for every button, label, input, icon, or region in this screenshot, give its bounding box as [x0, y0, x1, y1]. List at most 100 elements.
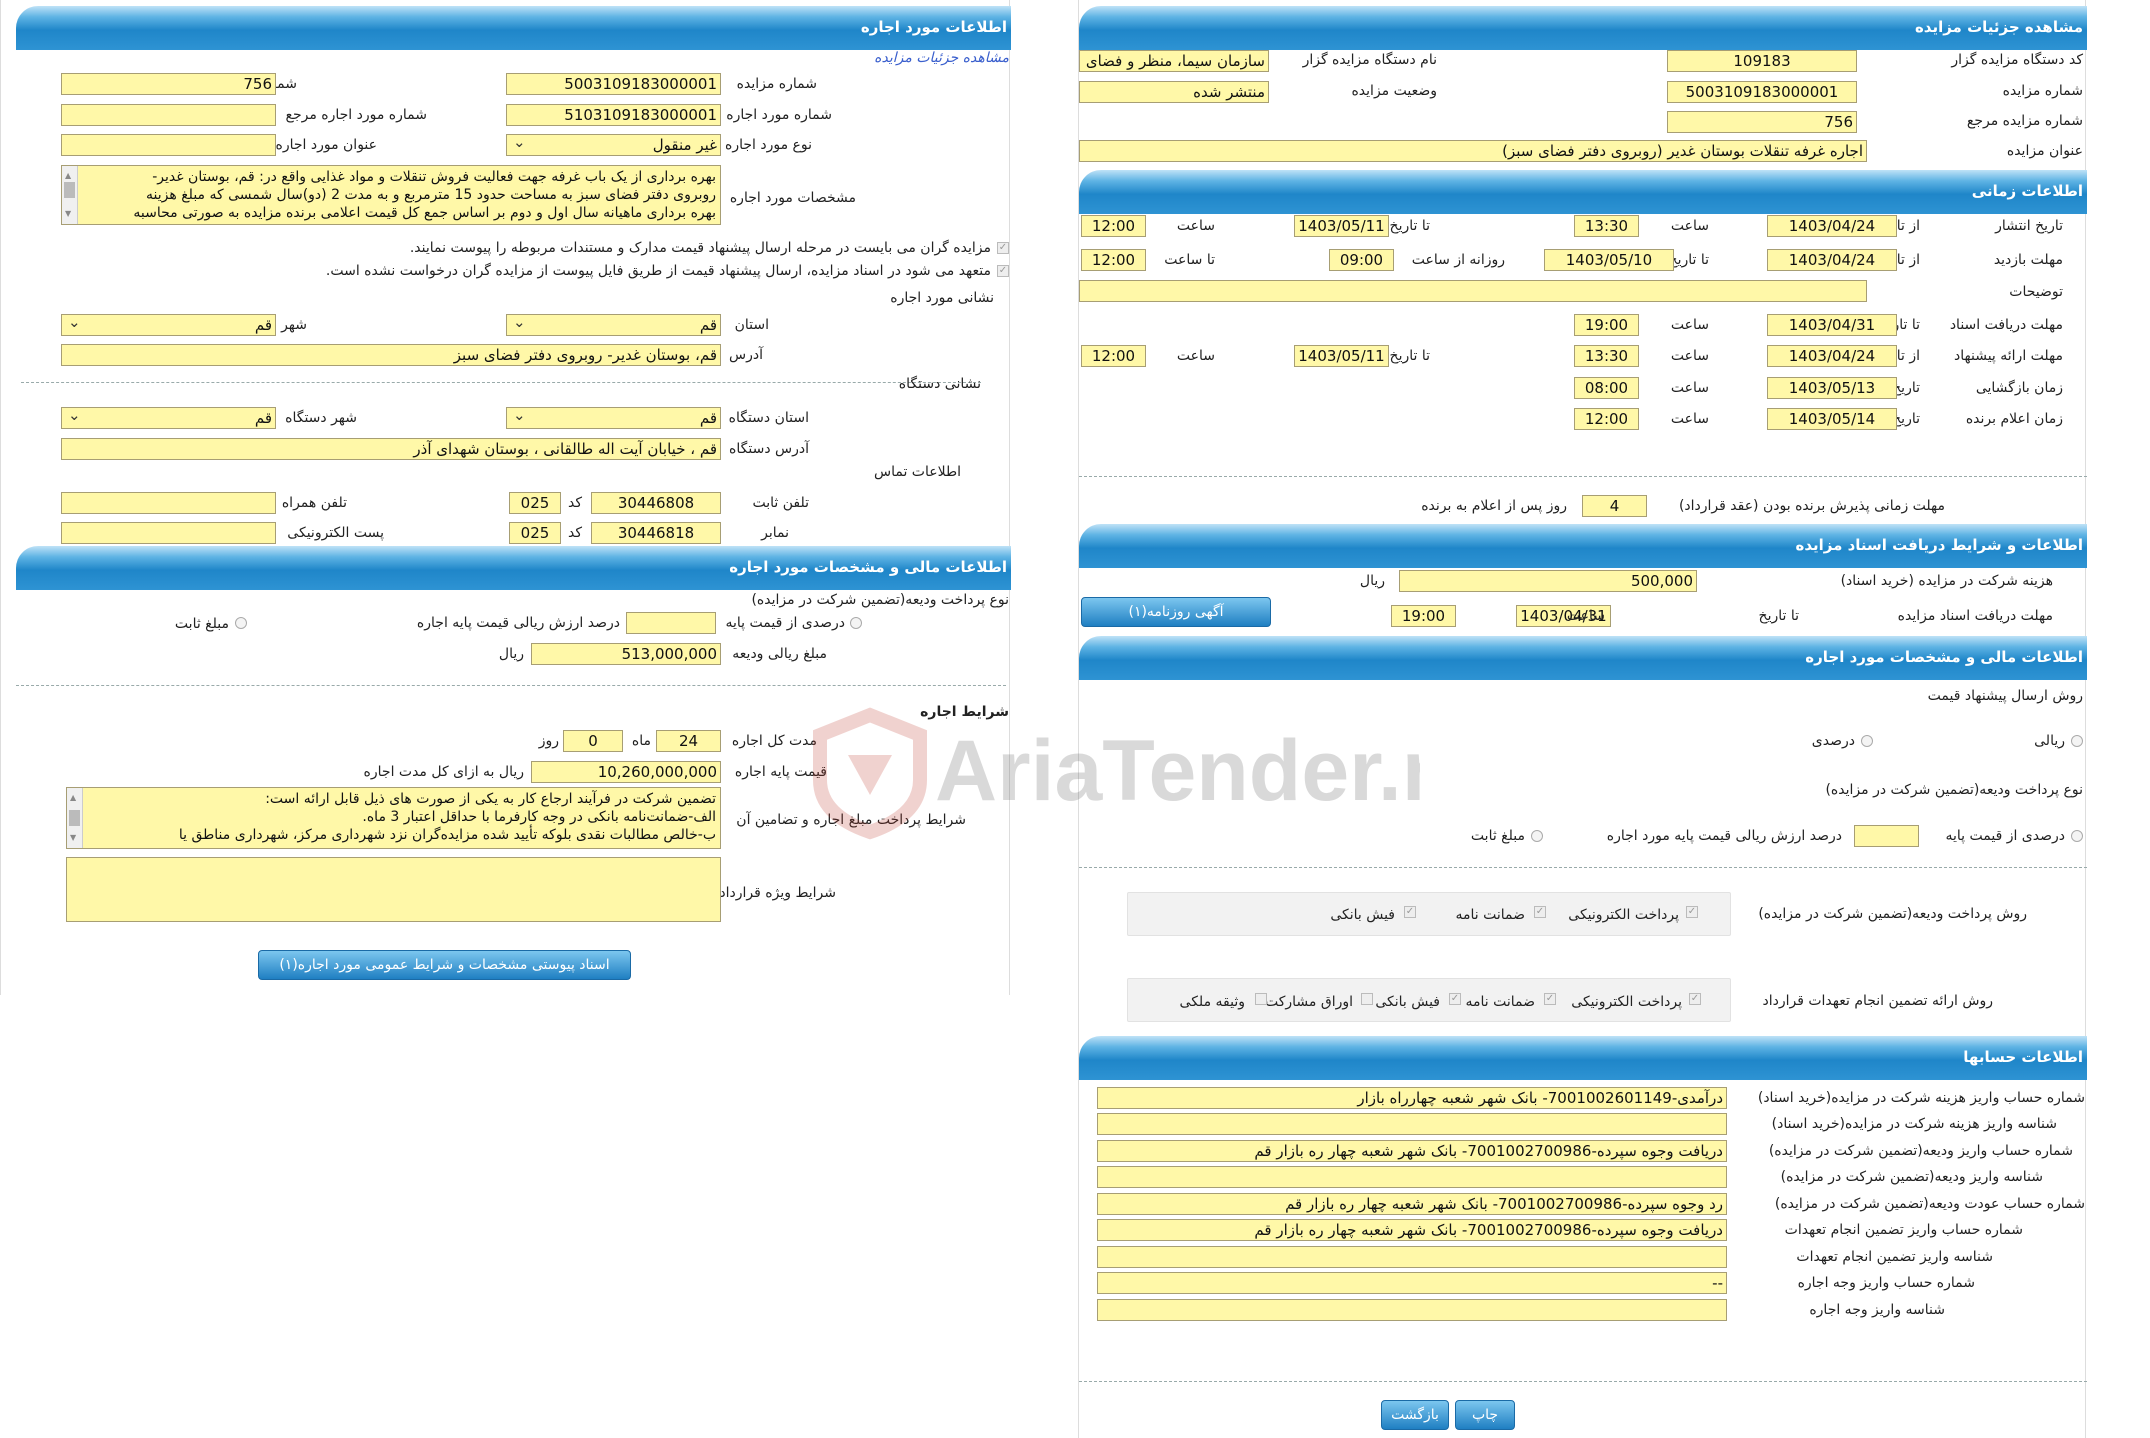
fixed-amount-radio[interactable] — [235, 617, 247, 629]
item-no-label: شماره مورد اجاره — [726, 107, 832, 123]
ref-no-field: 756 — [61, 73, 276, 95]
rial-radio[interactable] — [2071, 735, 2083, 747]
auction-no-label: شماره مزایده — [2002, 83, 2083, 99]
ref-no-label: شماره مزایده مرجع — [1966, 113, 2083, 129]
hour-label: ساعت — [1670, 411, 1709, 427]
percent-base-suffix: درصد ارزش ریالی قیمت پایه مورد اجاره — [1606, 828, 1842, 844]
acc3-label: شماره حساب واریز ودیعه(تضمین شرکت در مزا… — [1768, 1143, 2073, 1159]
percent-option-label: درصدی — [1811, 733, 1855, 749]
rial-option-label: ریالی — [2034, 733, 2065, 749]
province-select[interactable]: قم — [506, 314, 721, 336]
hour-label: ساعت — [1670, 218, 1709, 234]
province-label: استان — [734, 317, 769, 333]
acc6-label: شماره حساب واریز تضمین انجام تعهدات — [1784, 1222, 2023, 1238]
email-label: پست الکترونیکی — [287, 525, 384, 541]
guarantee-label: ضمانت نامه — [1455, 907, 1525, 923]
section-header-item: اطلاعات مورد اجاره — [16, 6, 1011, 50]
ref-item-label: شماره مورد اجاره مرجع — [285, 107, 428, 123]
ref-item-field — [61, 104, 276, 126]
spec-line: روبروی دفتر فضای سبز به مساحت حدود 15 مت… — [146, 187, 716, 203]
property-checkbox[interactable] — [1255, 993, 1267, 1005]
bank-slip-checkbox-2[interactable]: ✓ — [1449, 993, 1461, 1005]
rial-label: ریال — [498, 646, 524, 662]
months-field: 24 — [656, 730, 721, 752]
back-button[interactable]: بازگشت — [1381, 1400, 1449, 1430]
scrollbar[interactable] — [67, 788, 83, 848]
accept-after-label: روز پس از اعلام به برنده — [1421, 498, 1567, 514]
divider — [1079, 1381, 2087, 1382]
winner-date-field: 1403/05/14 — [1767, 408, 1897, 430]
percent-field — [626, 612, 716, 634]
pay-deposit-label: روش پرداخت ودیعه(تضمین شرکت در مزایده) — [1758, 906, 2027, 922]
accept-label: مهلت زمانی پذیرش برنده بودن (عقد قرارداد… — [1678, 498, 1945, 514]
percent-radio[interactable] — [1861, 735, 1873, 747]
epay-checkbox[interactable]: ✓ — [1686, 906, 1698, 918]
newspaper-ad-button[interactable]: آگهی روزنامه(۱) — [1081, 597, 1271, 627]
docs-time-field: 19:00 — [1574, 314, 1639, 336]
org-address-field: قم ، خیابان آیت اله طالقانی ، بوستان شهد… — [61, 438, 721, 460]
visit-time-to-field: 12:00 — [1081, 249, 1146, 271]
org-province-select[interactable]: قم — [506, 407, 721, 429]
address-field: قم، بوستان غدیر- روبروی دفتر فضای سبز — [61, 344, 721, 366]
note2-checkbox[interactable]: ✓ — [997, 265, 1009, 277]
epay-checkbox-2[interactable]: ✓ — [1689, 993, 1701, 1005]
payment-conditions-textarea[interactable]: تضمین شرکت در فرآیند ارجاع کار به یکی از… — [66, 787, 721, 849]
scrollbar[interactable] — [62, 166, 78, 224]
note1-text: مزایده گران می بایست در مرحله ارسال پیشن… — [409, 240, 991, 256]
code-label: کد — [567, 495, 582, 511]
property-label: وثیقه ملکی — [1179, 994, 1245, 1010]
attached-documents-button[interactable]: اسناد پیوستی مشخصات و شرایط عمومی مورد ا… — [258, 950, 631, 980]
visit-from-field: 1403/04/24 — [1767, 249, 1897, 271]
percent-base-radio[interactable] — [850, 617, 862, 629]
bank-slip-label: فیش بانکی — [1330, 907, 1395, 923]
percent-base-radio[interactable] — [2071, 830, 2083, 842]
note1-checkbox[interactable]: ✓ — [997, 242, 1009, 254]
offer-from-field: 1403/04/24 — [1767, 345, 1897, 367]
publish-to-time-field: 12:00 — [1081, 215, 1146, 237]
fee-label: هزینه شرکت در مزایده (خرید اسناد) — [1840, 573, 2053, 589]
org-name-label: نام دستگاه مزایده گزار — [1302, 52, 1437, 68]
publish-from-field: 1403/04/24 — [1767, 215, 1897, 237]
bank-slip-checkbox[interactable]: ✓ — [1404, 906, 1416, 918]
auction-no-label: شماره مزایده — [736, 76, 817, 92]
days-field: 0 — [563, 730, 623, 752]
city-select[interactable]: قم — [61, 314, 276, 336]
bank-slip-label-2: فیش بانکی — [1375, 994, 1440, 1010]
month-label: ماه — [631, 733, 651, 749]
acc2-label: شناسه واریز هزینه شرکت در مزایده(خرید اس… — [1771, 1116, 2057, 1132]
guarantee-checkbox[interactable]: ✓ — [1534, 906, 1546, 918]
to-date-label: تا تاریخ — [1389, 348, 1430, 364]
divider — [16, 685, 1006, 686]
offer-label: مهلت ارائه پیشنهاد — [1954, 348, 2063, 364]
base-price-field: 10,260,000,000 — [531, 761, 721, 783]
spec-textarea[interactable]: بهره برداری از یک باب غرفه جهت فعالیت فر… — [61, 165, 721, 225]
fax-field: 30446818 — [591, 522, 721, 544]
hour-label: ساعت — [1670, 380, 1709, 396]
guarantee-checkbox-2[interactable]: ✓ — [1544, 993, 1556, 1005]
hour-label: ساعت — [1670, 348, 1709, 364]
visit-to-field: 1403/05/10 — [1544, 249, 1674, 271]
item-address-heading: نشانی مورد اجاره — [890, 290, 994, 306]
spec-line: بهره برداری ماهیانه سال اول و دوم بر اسا… — [133, 205, 716, 221]
docs-label: مهلت دریافت اسناد — [1949, 317, 2063, 333]
phone-field: 30446808 — [591, 492, 721, 514]
note2-text: متعهد می شود در اسناد مزایده، ارسال پیشن… — [325, 263, 991, 279]
print-button[interactable]: چاپ — [1455, 1400, 1515, 1430]
to-date-label: تا تاریخ — [1668, 252, 1709, 268]
desc-field — [1079, 280, 1867, 302]
view-auction-link[interactable]: مشاهده جزئیات مزایده — [874, 50, 1009, 66]
acc3-field: دریافت وجوه سپرده-7001002700986- بانک شه… — [1097, 1140, 1727, 1162]
bonds-checkbox[interactable] — [1361, 993, 1373, 1005]
org-city-select[interactable]: قم — [61, 407, 276, 429]
code-label: کد — [567, 525, 582, 541]
special-conditions-textarea[interactable] — [66, 857, 721, 922]
contract-guarantee-label: روش ارائه تضمین انجام تعهدات قرارداد — [1762, 993, 1993, 1009]
phone-code-field: 025 — [509, 492, 561, 514]
docs-deadline-label: مهلت دریافت اسناد مزایده — [1897, 608, 2053, 624]
docs-to-field: 1403/04/31 — [1767, 314, 1897, 336]
guarantee-label-2: ضمانت نامه — [1465, 994, 1535, 1010]
ariatender-watermark: AriaTender.neT — [813, 707, 1420, 840]
email-field — [61, 522, 276, 544]
type-select[interactable]: غیر منقول — [506, 134, 721, 156]
fixed-amount-radio[interactable] — [1531, 830, 1543, 842]
